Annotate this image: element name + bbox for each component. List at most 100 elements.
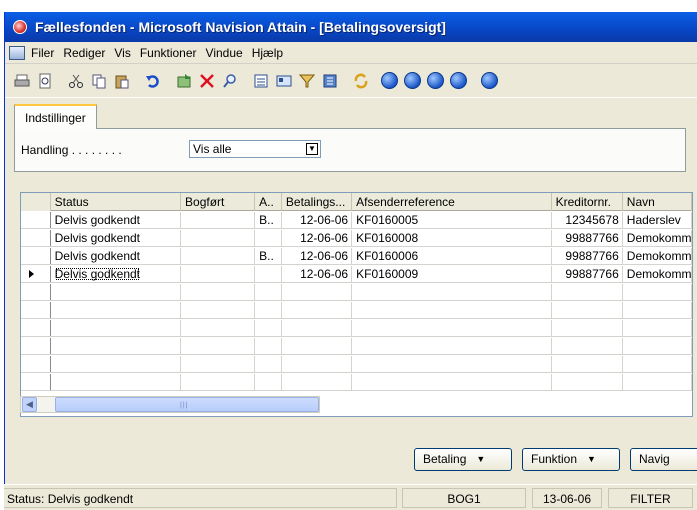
copy-icon[interactable] (88, 70, 110, 92)
table-row[interactable]: Delvis godkendt B.. 12-06-06 KF0160005 1… (21, 212, 692, 229)
cell-bogfoert[interactable] (181, 212, 256, 228)
table-row-selected[interactable]: Delvis godkendt 12-06-06 KF0160009 99887… (21, 266, 692, 283)
cell-bogfoert[interactable] (181, 266, 256, 282)
empty-row[interactable] (21, 356, 692, 373)
col-betalingsdato[interactable]: Betalings... (282, 193, 353, 211)
cell-afsenderreference[interactable]: KF0160008 (352, 230, 552, 246)
grip-icon: ||| (180, 402, 189, 409)
cell-a[interactable]: B.. (255, 248, 282, 264)
menu-rediger[interactable]: Rediger (63, 46, 105, 60)
refresh-icon[interactable] (350, 70, 372, 92)
scroll-left-icon[interactable]: ◀ (22, 397, 37, 412)
settings-panel: Handling . . . . . . . . Vis alle ▼ (14, 128, 686, 172)
tab-indstillinger[interactable]: Indstillinger (14, 104, 97, 129)
cell-a[interactable] (255, 266, 282, 282)
empty-row[interactable] (21, 302, 692, 319)
menu-filer[interactable]: Filer (31, 46, 54, 60)
cell-bogfoert[interactable] (181, 248, 256, 264)
card-icon[interactable] (273, 70, 295, 92)
next-record-icon[interactable] (427, 72, 444, 89)
row-selector[interactable] (21, 230, 51, 246)
cut-icon[interactable] (65, 70, 87, 92)
cell-kreditornr[interactable]: 12345678 (552, 212, 623, 228)
document-menu-icon[interactable] (9, 45, 25, 60)
cell-kreditornr[interactable]: 99887766 (552, 266, 623, 282)
empty-row[interactable] (21, 284, 692, 301)
cell-kreditornr[interactable]: 99887766 (552, 230, 623, 246)
menu-vis[interactable]: Vis (114, 46, 130, 60)
navig-button[interactable]: Navig (630, 448, 697, 471)
previous-record-icon[interactable] (404, 72, 421, 89)
cell-betalingsdato[interactable]: 12-06-06 (282, 230, 353, 246)
settings-tab-control: Indstillinger Handling . . . . . . . . V… (14, 104, 686, 172)
print-preview-icon[interactable] (34, 70, 56, 92)
col-a[interactable]: A.. (255, 193, 282, 211)
filter-icon[interactable] (296, 70, 318, 92)
funktion-button-label: Funktion (531, 452, 578, 466)
print-icon[interactable] (11, 70, 33, 92)
col-status[interactable]: Status (51, 193, 182, 211)
row-selector-header[interactable] (21, 193, 51, 211)
status-filter: FILTER (608, 488, 693, 508)
undo-icon[interactable] (142, 70, 164, 92)
cell-betalingsdato[interactable]: 12-06-06 (282, 266, 353, 282)
app-icon[interactable] (13, 20, 27, 34)
row-selector[interactable] (21, 248, 51, 264)
paste-icon[interactable] (111, 70, 133, 92)
menu-vindue[interactable]: Vindue (206, 46, 243, 60)
cell-afsenderreference[interactable]: KF0160006 (352, 248, 552, 264)
cell-status[interactable]: Delvis godkendt (51, 230, 182, 246)
first-record-icon[interactable] (381, 72, 398, 89)
find-icon[interactable] (219, 70, 241, 92)
empty-row[interactable] (21, 374, 692, 391)
cell-kreditornr[interactable]: 99887766 (552, 248, 623, 264)
col-navn[interactable]: Navn (623, 193, 692, 211)
funktion-button[interactable]: Funktion ▼ (522, 448, 620, 471)
last-record-icon[interactable] (450, 72, 467, 89)
title-bar[interactable]: Fællesfonden - Microsoft Navision Attain… (5, 12, 697, 42)
table-row[interactable]: Delvis godkendt B.. 12-06-06 KF0160006 9… (21, 248, 692, 265)
cell-status[interactable]: Delvis godkendt (51, 266, 182, 282)
grid-header: Status Bogført A.. Betalings... Afsender… (21, 193, 692, 211)
delete-icon[interactable] (196, 70, 218, 92)
cell-status[interactable]: Delvis godkendt (51, 212, 182, 228)
cell-navn[interactable]: Demokomm (623, 230, 692, 246)
cell-bogfoert[interactable] (181, 230, 256, 246)
list-icon[interactable] (250, 70, 272, 92)
chevron-down-icon: ▼ (476, 454, 486, 464)
horizontal-scrollbar[interactable]: ◀ ||| (20, 396, 320, 413)
cell-betalingsdato[interactable]: 12-06-06 (282, 212, 353, 228)
table-row[interactable]: Delvis godkendt 12-06-06 KF0160008 99887… (21, 230, 692, 247)
betaling-button[interactable]: Betaling ▼ (414, 448, 512, 471)
col-bogfoert[interactable]: Bogført (181, 193, 256, 211)
cell-betalingsdato[interactable]: 12-06-06 (282, 248, 353, 264)
cell-status[interactable]: Delvis godkendt (51, 248, 182, 264)
row-selector[interactable] (21, 266, 51, 282)
new-record-icon[interactable] (173, 70, 195, 92)
cell-a[interactable]: B.. (255, 212, 282, 228)
cell-status-focused[interactable]: Delvis godkendt (55, 267, 140, 281)
cell-navn[interactable]: Haderslev (623, 212, 692, 228)
col-kreditornr[interactable]: Kreditornr. (552, 193, 623, 211)
sort-icon[interactable] (319, 70, 341, 92)
cell-navn[interactable]: Demokomm (623, 248, 692, 264)
empty-row[interactable] (21, 320, 692, 337)
row-selector[interactable] (21, 212, 51, 228)
window-title: Fællesfonden - Microsoft Navision Attain… (35, 19, 446, 35)
cell-afsenderreference[interactable]: KF0160009 (352, 266, 552, 282)
status-text: Status: Delvis godkendt (4, 488, 397, 508)
col-afsenderreference[interactable]: Afsenderreference (352, 193, 552, 211)
chevron-down-icon[interactable]: ▼ (306, 143, 318, 155)
scrollbar-thumb[interactable]: ||| (55, 397, 319, 412)
cell-navn[interactable]: Demokomm (623, 266, 692, 282)
menu-hjaelp[interactable]: Hjælp (252, 46, 283, 60)
cell-a[interactable] (255, 230, 282, 246)
payments-grid[interactable]: Status Bogført A.. Betalings... Afsender… (20, 192, 693, 417)
handling-select[interactable]: Vis alle ▼ (189, 140, 321, 158)
menu-funktioner[interactable]: Funktioner (140, 46, 197, 60)
chevron-down-icon: ▼ (587, 454, 596, 464)
cell-afsenderreference[interactable]: KF0160005 (352, 212, 552, 228)
empty-row[interactable] (21, 338, 692, 355)
help-up-icon[interactable] (481, 72, 498, 89)
handling-select-value: Vis alle (193, 142, 232, 156)
